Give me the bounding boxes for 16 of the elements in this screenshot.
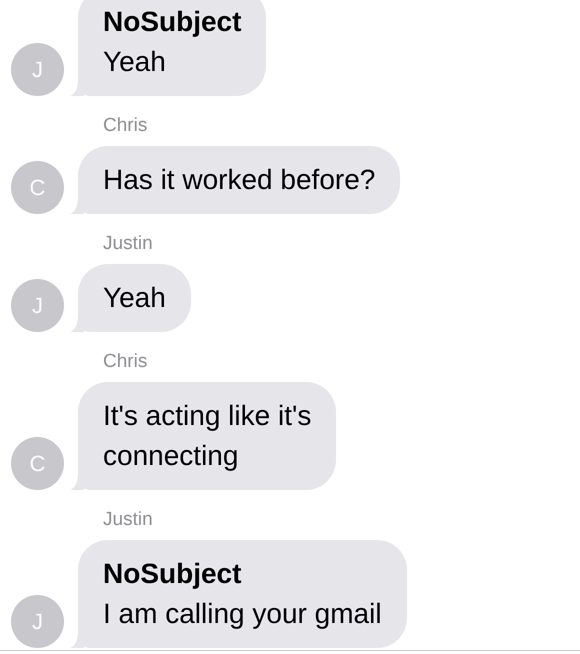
- avatar: J: [11, 279, 64, 332]
- sender-name: Justin: [102, 508, 154, 532]
- avatar: J: [11, 595, 64, 648]
- message-text: Has it worked before?: [103, 163, 376, 197]
- avatar: J: [11, 43, 64, 96]
- sender-name: Chris: [102, 114, 148, 138]
- message-subject: NoSubject: [103, 557, 242, 591]
- sender-name: Chris: [102, 350, 148, 374]
- message-text: Yeah: [103, 45, 167, 79]
- message-text: Yeah: [103, 281, 166, 315]
- message-text: I am calling your gmail: [103, 597, 382, 631]
- message-subject: NoSubject: [103, 5, 242, 39]
- avatar: C: [11, 161, 64, 214]
- message-text: It's acting like it's connecting: [103, 399, 312, 473]
- sender-name: Justin: [102, 232, 154, 256]
- avatar: C: [11, 437, 64, 490]
